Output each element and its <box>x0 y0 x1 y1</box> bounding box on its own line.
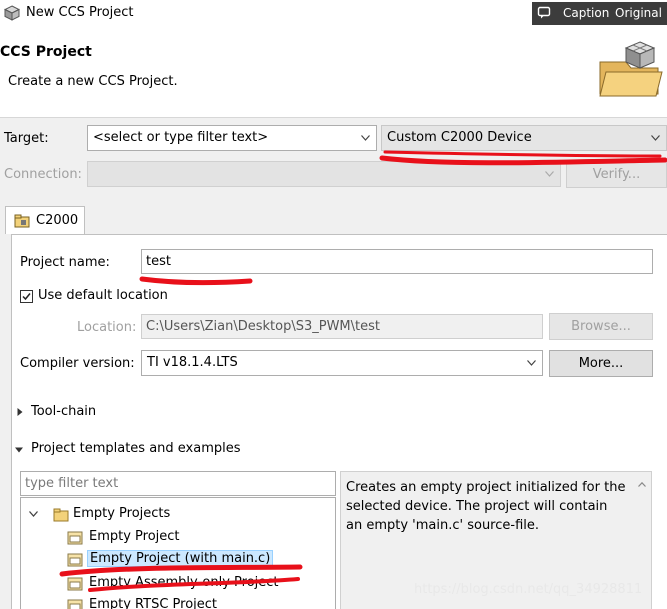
page-description: Create a new CCS Project. <box>8 74 178 89</box>
chevron-down-icon[interactable] <box>29 511 38 517</box>
speech-bubble-icon[interactable] <box>537 6 551 20</box>
template-tree[interactable]: Empty Projects Empty Project Empty Proje… <box>20 497 336 609</box>
compiler-version-label: Compiler version: <box>20 356 135 371</box>
title-bar: New CCS Project Caption Original <box>0 0 667 28</box>
use-default-location-checkbox[interactable] <box>20 290 33 303</box>
toolchain-section-label[interactable]: Tool-chain <box>31 404 96 419</box>
chevron-right-icon[interactable] <box>16 408 24 416</box>
caption-button[interactable]: Caption <box>563 6 609 20</box>
project-template-icon <box>67 577 83 591</box>
tree-item-label: Empty Assembly-only Project <box>89 575 279 590</box>
verify-button[interactable]: Verify... <box>566 161 667 188</box>
target-filter-combo[interactable]: <select or type filter text> <box>87 125 377 151</box>
chevron-down-icon[interactable] <box>15 446 23 454</box>
page-title: CCS Project <box>0 44 92 60</box>
tab-c2000-label: C2000 <box>36 213 79 228</box>
project-template-icon <box>67 599 83 609</box>
project-name-input[interactable]: test <box>141 249 653 274</box>
tab-c2000[interactable]: C2000 <box>5 206 85 234</box>
wizard-header: CCS Project Create a new CCS Project. <box>0 28 667 118</box>
folder-cube-icon <box>599 41 663 97</box>
use-default-location-label[interactable]: Use default location <box>38 288 168 303</box>
original-button[interactable]: Original <box>615 6 662 20</box>
target-filter-text: <select or type filter text> <box>93 130 269 145</box>
watermark-text: https://blog.csdn.net/qq_34928811 <box>414 582 643 597</box>
location-label: Location: <box>77 320 137 335</box>
chevron-up-icon[interactable] <box>638 482 646 487</box>
more-button[interactable]: More... <box>549 350 653 377</box>
ccs-cube-icon <box>4 5 20 21</box>
tree-item-label: Empty RTSC Project <box>89 597 218 609</box>
chip-folder-icon <box>14 214 30 228</box>
template-description: Creates an empty project initialized for… <box>346 480 626 533</box>
compiler-version-value: TI v18.1.4.LTS <box>147 355 238 370</box>
chevron-down-icon[interactable] <box>527 360 536 366</box>
target-device-value: Custom C2000 Device <box>387 130 532 145</box>
tree-item-label: Empty Projects <box>73 506 171 521</box>
project-template-icon <box>67 553 83 567</box>
compiler-version-combo[interactable]: TI v18.1.4.LTS <box>141 350 543 376</box>
project-name-label: Project name: <box>20 255 110 270</box>
chevron-down-icon[interactable] <box>651 135 660 141</box>
templates-section-label[interactable]: Project templates and examples <box>31 441 241 456</box>
connection-label: Connection: <box>4 167 82 182</box>
project-template-icon <box>67 531 83 545</box>
tree-item-label: Empty Project <box>89 529 180 544</box>
template-filter-input[interactable]: type filter text <box>20 471 336 496</box>
target-device-combo[interactable]: Custom C2000 Device <box>381 125 667 151</box>
browse-button[interactable]: Browse... <box>549 313 653 340</box>
location-input[interactable]: C:\Users\Zian\Desktop\S3_PWM\test <box>141 314 543 339</box>
chevron-down-icon[interactable] <box>545 171 554 177</box>
chevron-down-icon[interactable] <box>361 135 370 141</box>
target-label: Target: <box>4 131 49 146</box>
caption-toolbar[interactable]: Caption Original <box>532 2 667 25</box>
tree-item-label: Empty Project (with main.c) <box>87 550 274 567</box>
window-title: New CCS Project <box>26 5 134 20</box>
folder-icon <box>53 508 69 522</box>
checkmark-icon <box>22 293 31 301</box>
connection-combo[interactable] <box>87 161 561 187</box>
